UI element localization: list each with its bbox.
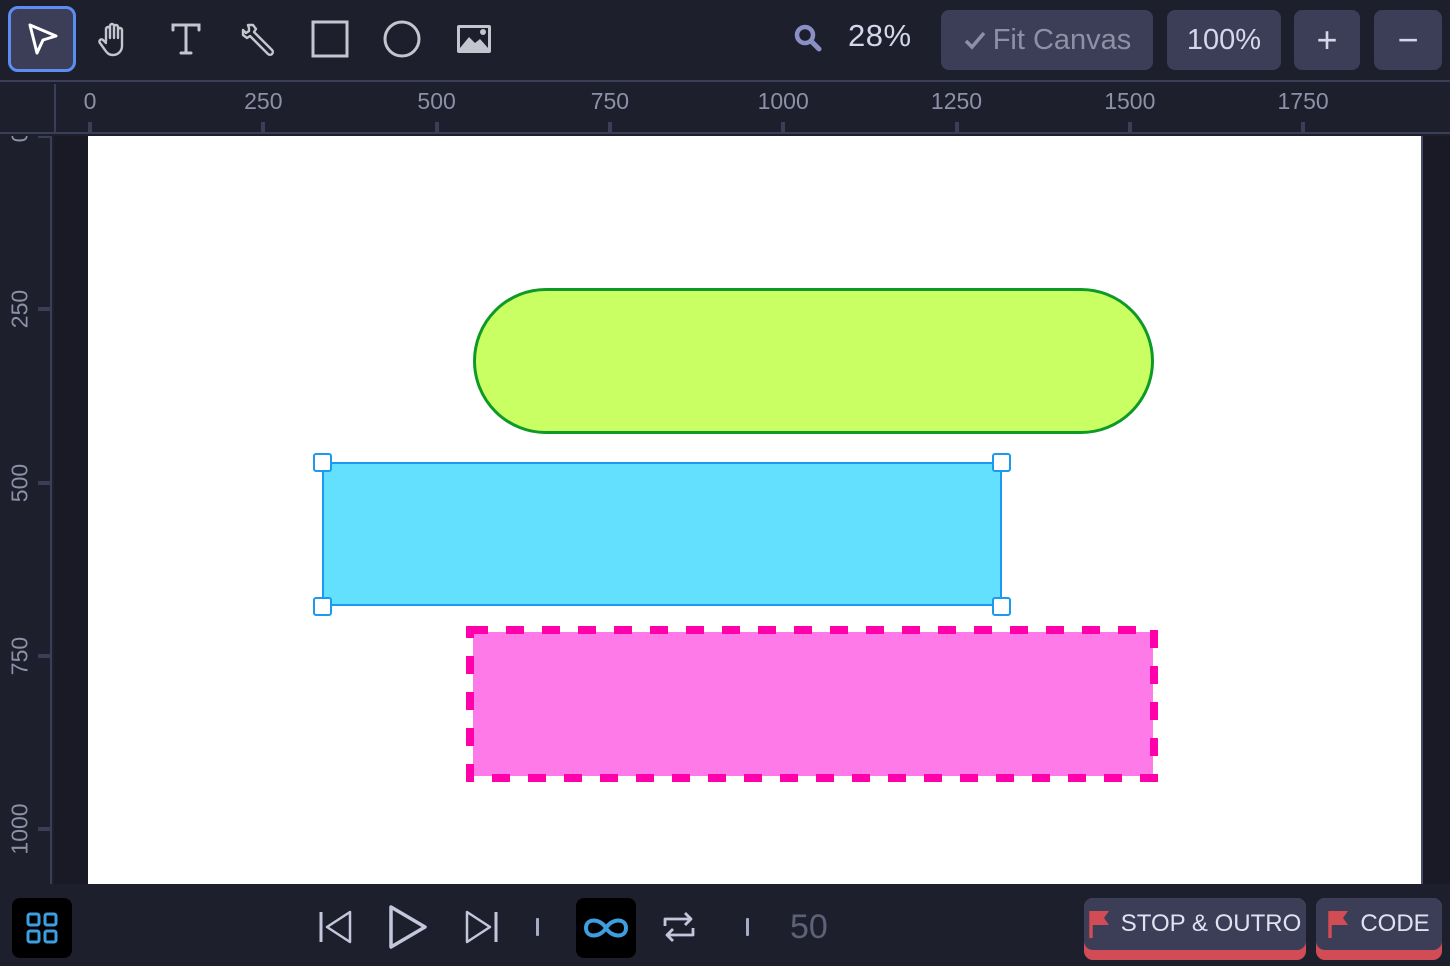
skip-forward-button[interactable] xyxy=(458,902,504,952)
ruler-label: 250 xyxy=(6,290,33,329)
play-icon xyxy=(389,905,427,949)
tool-pen-button[interactable] xyxy=(224,6,292,72)
ruler-tick xyxy=(607,122,612,132)
ruler-label: 1250 xyxy=(930,88,983,114)
tool-image-button[interactable] xyxy=(440,6,508,72)
shape-blue-rectangle[interactable] xyxy=(322,462,1002,606)
ruler-tick xyxy=(1127,122,1132,132)
code-button[interactable]: CODE xyxy=(1316,898,1442,960)
skip-forward-icon xyxy=(465,910,498,944)
magnifier-icon xyxy=(794,24,822,52)
zoom-out-button[interactable]: − xyxy=(1374,10,1442,70)
infinite-loop-button[interactable] xyxy=(576,898,636,958)
ruler-label: 1750 xyxy=(1277,88,1329,114)
resize-handle-bottom-left[interactable] xyxy=(313,597,332,616)
tool-pan-button[interactable] xyxy=(80,6,148,72)
repeat-icon xyxy=(663,912,695,942)
ruler-label: 0 xyxy=(83,88,97,114)
ruler-label: 750 xyxy=(6,636,33,676)
ruler-tick xyxy=(38,136,50,138)
image-icon xyxy=(457,25,491,53)
stop-and-outro-label: STOP & OUTRO xyxy=(1120,910,1302,937)
cursor-arrow-icon xyxy=(28,23,58,55)
ruler-tick xyxy=(261,122,266,132)
repeat-button[interactable] xyxy=(656,902,702,952)
ruler-label: 500 xyxy=(6,463,33,502)
ruler-label: 500 xyxy=(417,88,456,114)
ruler-label: 250 xyxy=(244,88,283,114)
fit-canvas-button[interactable]: Fit Canvas xyxy=(941,10,1153,70)
grid-icon xyxy=(26,912,58,944)
ruler-tick xyxy=(38,653,50,658)
hand-icon xyxy=(98,22,124,57)
square-icon xyxy=(311,20,349,58)
ruler-tick xyxy=(434,122,439,132)
pen-tool-icon xyxy=(241,23,275,57)
ruler-label: 1500 xyxy=(1104,88,1156,114)
top-toolbar: 28% Fit Canvas 100% + − xyxy=(0,0,1450,82)
skip-back-button[interactable] xyxy=(313,902,359,952)
zoom-100-button[interactable]: 100% xyxy=(1167,10,1281,70)
ruler-tick xyxy=(1301,122,1306,132)
ruler-tick xyxy=(38,827,50,832)
text-t-icon xyxy=(171,23,201,55)
ruler-tick xyxy=(954,122,959,132)
tool-text-button[interactable] xyxy=(152,6,220,72)
circle-icon xyxy=(383,20,421,58)
zoom-level: 28% xyxy=(848,18,912,53)
fit-canvas-label: Fit Canvas xyxy=(992,23,1132,56)
separator xyxy=(536,918,539,936)
ruler-corner xyxy=(0,84,54,134)
resize-handle-top-left[interactable] xyxy=(313,453,332,472)
ruler-label: 750 xyxy=(590,88,630,114)
ruler-label: 1000 xyxy=(757,88,809,114)
ruler-tick xyxy=(88,122,92,132)
zoom-in-button[interactable]: + xyxy=(1294,10,1360,70)
separator xyxy=(746,918,749,936)
flag-icon xyxy=(1328,911,1349,938)
flag-icon xyxy=(1089,911,1109,938)
resize-handle-bottom-right[interactable] xyxy=(992,597,1011,616)
playback-bar: 50 STOP & OUTRO CODE xyxy=(0,884,1450,966)
ruler-tick xyxy=(38,307,50,312)
vertical-ruler[interactable]: 0 250 500 750 1000 xyxy=(0,136,52,884)
frame-count[interactable]: 50 xyxy=(790,908,828,947)
resize-handle-top-right[interactable] xyxy=(992,453,1011,472)
code-label: CODE xyxy=(1360,910,1430,937)
shape-green-pill[interactable] xyxy=(473,288,1154,434)
tool-rectangle-button[interactable] xyxy=(296,6,364,72)
ruler-label: 0 xyxy=(6,136,33,143)
ruler-label: 1000 xyxy=(6,803,33,855)
grid-view-button[interactable] xyxy=(12,898,72,958)
play-button[interactable] xyxy=(384,902,430,952)
checkmark-icon xyxy=(964,31,986,50)
tool-ellipse-button[interactable] xyxy=(368,6,436,72)
ruler-tick xyxy=(38,480,50,485)
canvas-workspace[interactable] xyxy=(54,136,1450,884)
ruler-tick xyxy=(781,122,786,132)
artboard-edge xyxy=(1421,136,1423,884)
artboard[interactable] xyxy=(88,136,1421,884)
skip-back-icon xyxy=(319,910,352,944)
shape-pink-dashed-rectangle[interactable] xyxy=(466,626,1160,784)
infinity-icon xyxy=(583,918,629,938)
horizontal-ruler[interactable]: 025050075010001250150017502000 xyxy=(54,84,1450,134)
tool-select-button[interactable] xyxy=(8,6,76,72)
stop-and-outro-button[interactable]: STOP & OUTRO xyxy=(1084,898,1306,960)
